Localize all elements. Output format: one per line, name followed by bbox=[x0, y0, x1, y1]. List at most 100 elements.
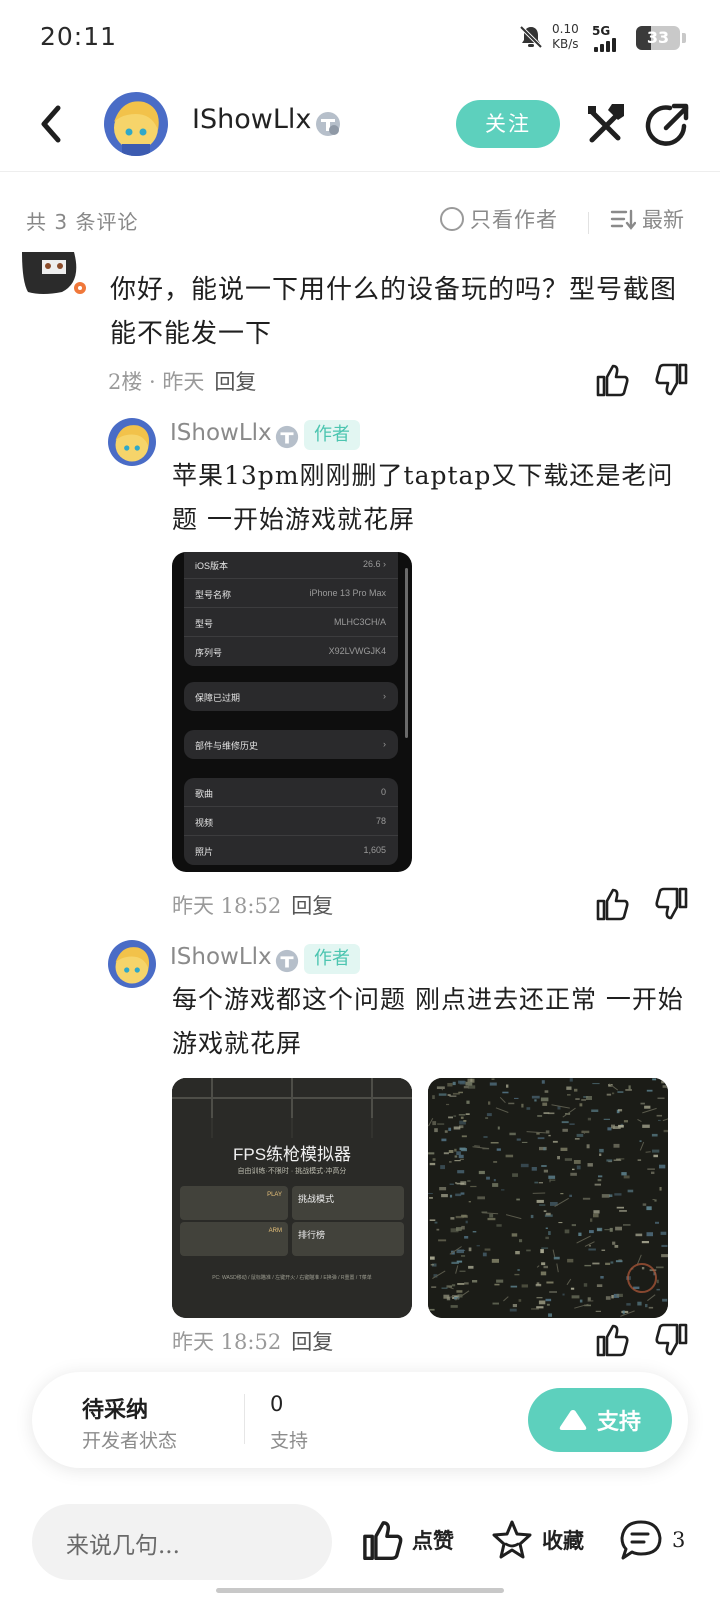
game-card: 挑战模式 bbox=[292, 1186, 404, 1220]
dislike-icon[interactable] bbox=[654, 362, 690, 398]
home-indicator[interactable] bbox=[216, 1588, 504, 1593]
settings-row: 保障已过期 › bbox=[184, 682, 398, 711]
game-controls-hint: PC: WASD移动 / 鼠标瞄准 / 左键开火 / 右键瞄准 / E换弹 / … bbox=[212, 1275, 372, 1281]
comment-text: 你好，能说一下用什么的设备玩的吗？型号截图能不能发一下 bbox=[110, 275, 678, 349]
settings-row: 部件与维修历史 › bbox=[184, 730, 398, 759]
verified-badge-icon bbox=[275, 425, 299, 449]
game-card: 排行榜 bbox=[292, 1222, 404, 1256]
reply-button[interactable]: 回复 bbox=[214, 370, 256, 394]
verified-badge-icon bbox=[275, 949, 299, 973]
status-bar: 20:11 0.10 KB/s 5G 33 bbox=[0, 0, 720, 76]
mute-bell-icon bbox=[519, 25, 543, 49]
favorite-button[interactable]: 收藏 bbox=[490, 1514, 584, 1566]
avatar[interactable] bbox=[104, 92, 168, 156]
dislike-icon[interactable] bbox=[654, 886, 690, 922]
sort-button[interactable]: 最新 bbox=[610, 204, 684, 234]
settings-row: 照片 1,605 bbox=[184, 836, 398, 865]
star-icon bbox=[492, 1520, 532, 1559]
settings-row-value: iPhone 13 Pro Max bbox=[309, 588, 386, 598]
settings-row-value: › bbox=[383, 691, 386, 701]
commenter-avatar[interactable] bbox=[22, 252, 88, 302]
divider bbox=[244, 1394, 245, 1444]
mountain-up-icon bbox=[559, 1410, 587, 1430]
settings-row: 歌曲 0 bbox=[184, 778, 398, 807]
top-nav: IShowLlx 关注 bbox=[0, 76, 720, 172]
reply-text: 每个游戏都这个问题 刚点进去还正常 一开始游戏就花屏 bbox=[172, 985, 684, 1058]
settings-row: iOS版本 26.6 › bbox=[184, 552, 398, 579]
settings-row-value: 1,605 bbox=[363, 845, 386, 855]
game-title: FPS练枪模拟器 bbox=[232, 1145, 352, 1164]
settings-row-label: 照片 bbox=[195, 847, 214, 857]
settings-row-label: 型号名称 bbox=[195, 590, 232, 600]
divider bbox=[588, 212, 589, 234]
bottom-action-bar: 来说几句... 点赞 收藏 3 bbox=[0, 1496, 720, 1580]
only-author-toggle[interactable]: 只看作者 bbox=[440, 204, 558, 234]
verified-badge-icon bbox=[316, 112, 340, 136]
settings-row-value: 26.6 › bbox=[362, 559, 386, 569]
comments-toolbar: 共 3 条评论 只看作者 最新 bbox=[0, 172, 720, 264]
radio-circle-icon bbox=[440, 207, 464, 231]
comment-bubble-icon bbox=[620, 1520, 662, 1560]
settings-group: 歌曲 0 视频 78 照片 1,605 bbox=[184, 778, 398, 865]
like-icon bbox=[363, 1521, 403, 1561]
settings-group: 保障已过期 › bbox=[184, 682, 398, 711]
support-count: 0 bbox=[270, 1392, 284, 1416]
reply-author-name[interactable]: IShowLlx bbox=[170, 420, 272, 446]
settings-row-label: 保障已过期 bbox=[195, 693, 241, 703]
follow-button[interactable]: 关注 bbox=[456, 100, 560, 148]
settings-row-value: MLHC3CH/A bbox=[333, 617, 386, 627]
attached-image[interactable]: iOS版本 26.6 › 型号名称 iPhone 13 Pro Max 型号 MLHC3C… bbox=[172, 552, 412, 872]
game-card: ARM bbox=[180, 1222, 288, 1256]
tools-icon[interactable] bbox=[582, 98, 630, 150]
settings-row: 视频 78 bbox=[184, 807, 398, 836]
settings-row: 序列号 X92LVWGJK4 bbox=[184, 637, 398, 666]
comments-button[interactable]: 3 bbox=[618, 1514, 685, 1566]
game-subtitle: 自由训练·不限时 · 挑战模式·冲高分 bbox=[237, 1168, 347, 1175]
dislike-icon[interactable] bbox=[654, 1322, 690, 1358]
back-icon[interactable] bbox=[32, 100, 72, 148]
like-icon[interactable] bbox=[594, 1322, 630, 1358]
reply-author-name[interactable]: IShowLlx bbox=[170, 944, 272, 970]
settings-row-value: 0 bbox=[380, 787, 386, 797]
settings-row-label: 歌曲 bbox=[195, 789, 214, 799]
status-title: 待采纳 bbox=[82, 1397, 149, 1423]
settings-row-label: 视频 bbox=[195, 818, 214, 828]
developer-status-card: 待采纳 开发者状态 0 支持 支持 bbox=[32, 1372, 688, 1468]
reply-meta: 昨天 18:52 回复 bbox=[172, 894, 334, 918]
settings-row-value: 78 bbox=[375, 816, 386, 826]
reply-button[interactable]: 回复 bbox=[291, 1330, 333, 1354]
attached-image[interactable]: FPS练枪模拟器 自由训练·不限时 · 挑战模式·冲高分 PLAY 挑战模式 A… bbox=[172, 1078, 412, 1318]
settings-row-label: iOS版本 bbox=[195, 561, 229, 571]
reply-text: 苹果13pm刚刚删了taptap又下载还是老问题 一开始游戏就花屏 bbox=[172, 461, 674, 534]
like-icon[interactable] bbox=[594, 886, 630, 922]
like-icon[interactable] bbox=[594, 362, 630, 398]
comment-count: 共 3 条评论 bbox=[26, 210, 139, 234]
like-button[interactable]: 点赞 bbox=[360, 1514, 454, 1566]
support-button[interactable]: 支持 bbox=[528, 1388, 672, 1452]
sort-icon bbox=[610, 209, 636, 230]
comment-meta: 2楼 · 昨天 回复 bbox=[108, 370, 257, 394]
game-card: PLAY bbox=[180, 1186, 288, 1220]
comment-input[interactable]: 来说几句... bbox=[32, 1504, 332, 1580]
status-label: 开发者状态 bbox=[82, 1430, 178, 1452]
network-speed: 0.10 KB/s bbox=[552, 22, 579, 51]
settings-row: 型号名称 iPhone 13 Pro Max bbox=[184, 579, 398, 608]
settings-row: 型号 MLHC3CH/A bbox=[184, 608, 398, 637]
reply-button[interactable]: 回复 bbox=[291, 894, 333, 918]
signal-icon: 5G bbox=[592, 24, 626, 52]
settings-group: 部件与维修历史 › bbox=[184, 730, 398, 759]
author-name[interactable]: IShowLlx bbox=[192, 104, 311, 135]
settings-group: iOS版本 26.6 › 型号名称 iPhone 13 Pro Max 型号 MLHC3C… bbox=[184, 552, 398, 666]
author-tag: 作者 bbox=[304, 944, 360, 974]
settings-row-label: 序列号 bbox=[195, 648, 223, 658]
battery-icon: 33 bbox=[636, 26, 680, 50]
scrollbar bbox=[405, 568, 408, 738]
reply-meta: 昨天 18:52 回复 bbox=[172, 1330, 334, 1354]
clock: 20:11 bbox=[40, 22, 118, 51]
settings-row-label: 部件与维修历史 bbox=[195, 741, 259, 751]
author-tag: 作者 bbox=[304, 420, 360, 450]
reply-avatar[interactable] bbox=[108, 418, 156, 466]
attached-image[interactable] bbox=[428, 1078, 668, 1318]
reply-avatar[interactable] bbox=[108, 940, 156, 988]
share-icon[interactable] bbox=[644, 98, 692, 150]
